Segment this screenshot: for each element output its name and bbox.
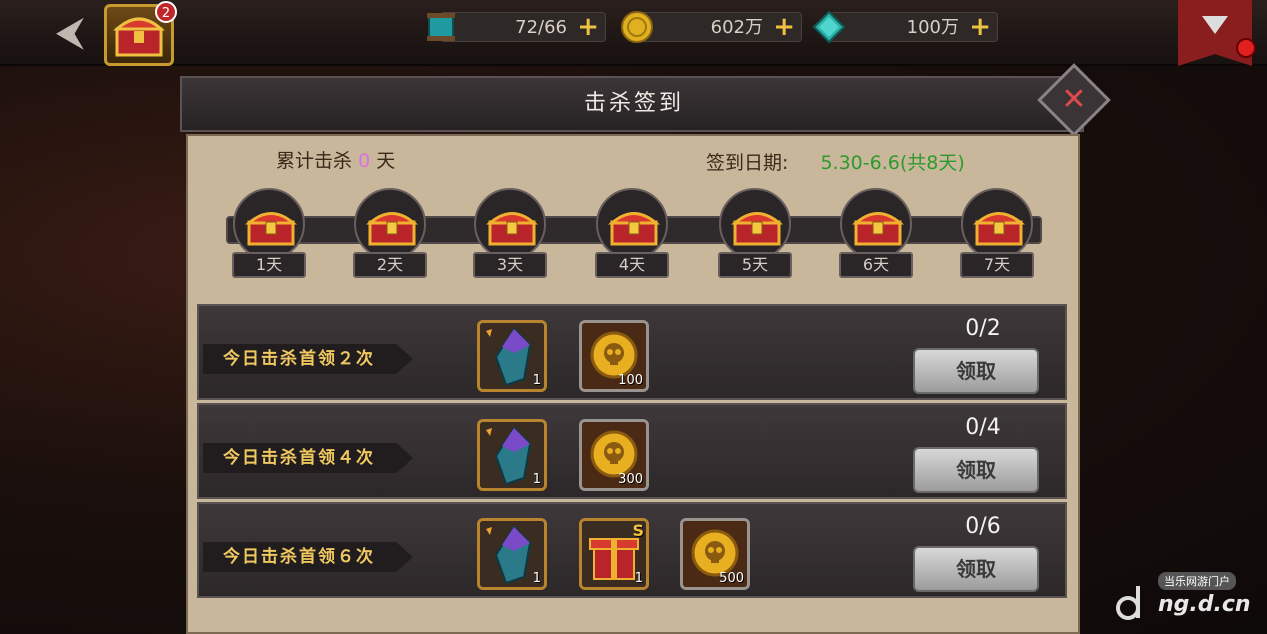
task-row: 今日击杀首领６次 1 S 1 500 0/6 领取: [197, 502, 1067, 598]
resource-diamond: 100万 +: [812, 10, 998, 44]
task-label: 今日击杀首领６次: [223, 547, 375, 567]
add-diamond-button[interactable]: +: [969, 14, 991, 40]
dialog-title-bar: 击杀签到: [180, 76, 1084, 132]
milestone-chest[interactable]: [354, 188, 426, 260]
add-energy-button[interactable]: +: [577, 14, 599, 40]
reward-item[interactable]: 300: [579, 419, 649, 491]
notification-badge: 2: [155, 1, 177, 23]
back-arrow-icon[interactable]: ⮜: [40, 10, 100, 54]
milestone-day-label: 5天: [718, 252, 792, 278]
task-row: 今日击杀首领４次 1 300 0/4 领取: [197, 403, 1067, 499]
cumulative-kills: 累计击杀 0 天: [276, 150, 396, 172]
reward-count: 500: [719, 571, 744, 586]
treasure-chest-icon: [731, 212, 783, 246]
task-row: 今日击杀首领２次 1 100 0/2 领取: [197, 304, 1067, 400]
task-label: 今日击杀首领４次: [223, 448, 375, 468]
reward-count: 1: [532, 571, 541, 586]
close-icon: ✕: [1061, 82, 1087, 117]
reward-count: 300: [618, 472, 643, 487]
claim-button[interactable]: 领取: [913, 447, 1039, 493]
diamond-icon: [812, 10, 846, 44]
milestone-day-1[interactable]: 1天: [231, 188, 307, 278]
task-progress: 0/2: [965, 316, 1001, 341]
treasure-chest-icon: [608, 212, 660, 246]
milestone-day-3[interactable]: 3天: [472, 188, 548, 278]
milestone-chest[interactable]: [596, 188, 668, 260]
claim-button[interactable]: 领取: [913, 348, 1039, 394]
milestone-chest[interactable]: [719, 188, 791, 260]
milestone-day-5[interactable]: 5天: [717, 188, 793, 278]
watermark-logo-icon: [1116, 586, 1140, 620]
milestone-day-label: 4天: [595, 252, 669, 278]
date-range: 5.30-6.6(共8天): [820, 152, 965, 174]
top-bar: ⮜ 2 72/66 + 602万 + 100万 +: [0, 0, 1267, 66]
claim-button[interactable]: 领取: [913, 546, 1039, 592]
rarity-mark: S: [632, 521, 644, 540]
dialog-title: 击杀签到: [583, 91, 684, 116]
site-watermark: 当乐网游门户 ng.d.cn: [1114, 572, 1254, 628]
milestone-day-4[interactable]: 4天: [594, 188, 670, 278]
gold-coin-icon: [621, 11, 653, 43]
reward-item[interactable]: 100: [579, 320, 649, 392]
milestone-day-label: 1天: [232, 252, 306, 278]
treasure-chest-icon: [852, 212, 904, 246]
chevron-down-icon: [1202, 16, 1228, 34]
milestone-chest[interactable]: [474, 188, 546, 260]
reward-count: 1: [532, 373, 541, 388]
resource-gold: 602万 +: [621, 11, 802, 43]
treasure-chest-icon: [973, 212, 1025, 246]
treasure-chest-icon: [486, 212, 538, 246]
reward-item[interactable]: 1: [477, 320, 547, 392]
task-progress: 0/4: [965, 415, 1001, 440]
alert-dot: [1236, 38, 1256, 58]
checkin-date: 签到日期: 5.30-6.6(共8天): [706, 148, 965, 175]
milestone-chest[interactable]: [840, 188, 912, 260]
milestone-day-label: 2天: [353, 252, 427, 278]
task-label: 今日击杀首领２次: [223, 349, 375, 369]
resource-energy: 72/66 +: [427, 12, 606, 42]
milestone-day-label: 7天: [960, 252, 1034, 278]
milestone-day-6[interactable]: 6天: [838, 188, 914, 278]
milestone-day-7[interactable]: 7天: [959, 188, 1035, 278]
milestone-day-2[interactable]: 2天: [352, 188, 428, 278]
reward-count: 100: [618, 373, 643, 388]
milestone-day-label: 6天: [839, 252, 913, 278]
treasure-chest-icon: [366, 212, 418, 246]
reward-item[interactable]: 1: [477, 518, 547, 590]
thread-spool-icon: [427, 13, 455, 41]
milestone-day-label: 3天: [473, 252, 547, 278]
reward-count: 1: [532, 472, 541, 487]
reward-count: 1: [634, 571, 643, 586]
treasure-chest-button[interactable]: 2: [104, 1, 177, 66]
add-gold-button[interactable]: +: [773, 14, 795, 40]
treasure-chest-icon: [245, 212, 297, 246]
milestone-chest[interactable]: [961, 188, 1033, 260]
reward-item[interactable]: S1: [579, 518, 649, 590]
task-progress: 0/6: [965, 514, 1001, 539]
milestone-chest[interactable]: [233, 188, 305, 260]
reward-item[interactable]: 500: [680, 518, 750, 590]
cumulative-count: 0: [358, 150, 371, 172]
date-label: 签到日期:: [706, 152, 789, 174]
reward-item[interactable]: 1: [477, 419, 547, 491]
